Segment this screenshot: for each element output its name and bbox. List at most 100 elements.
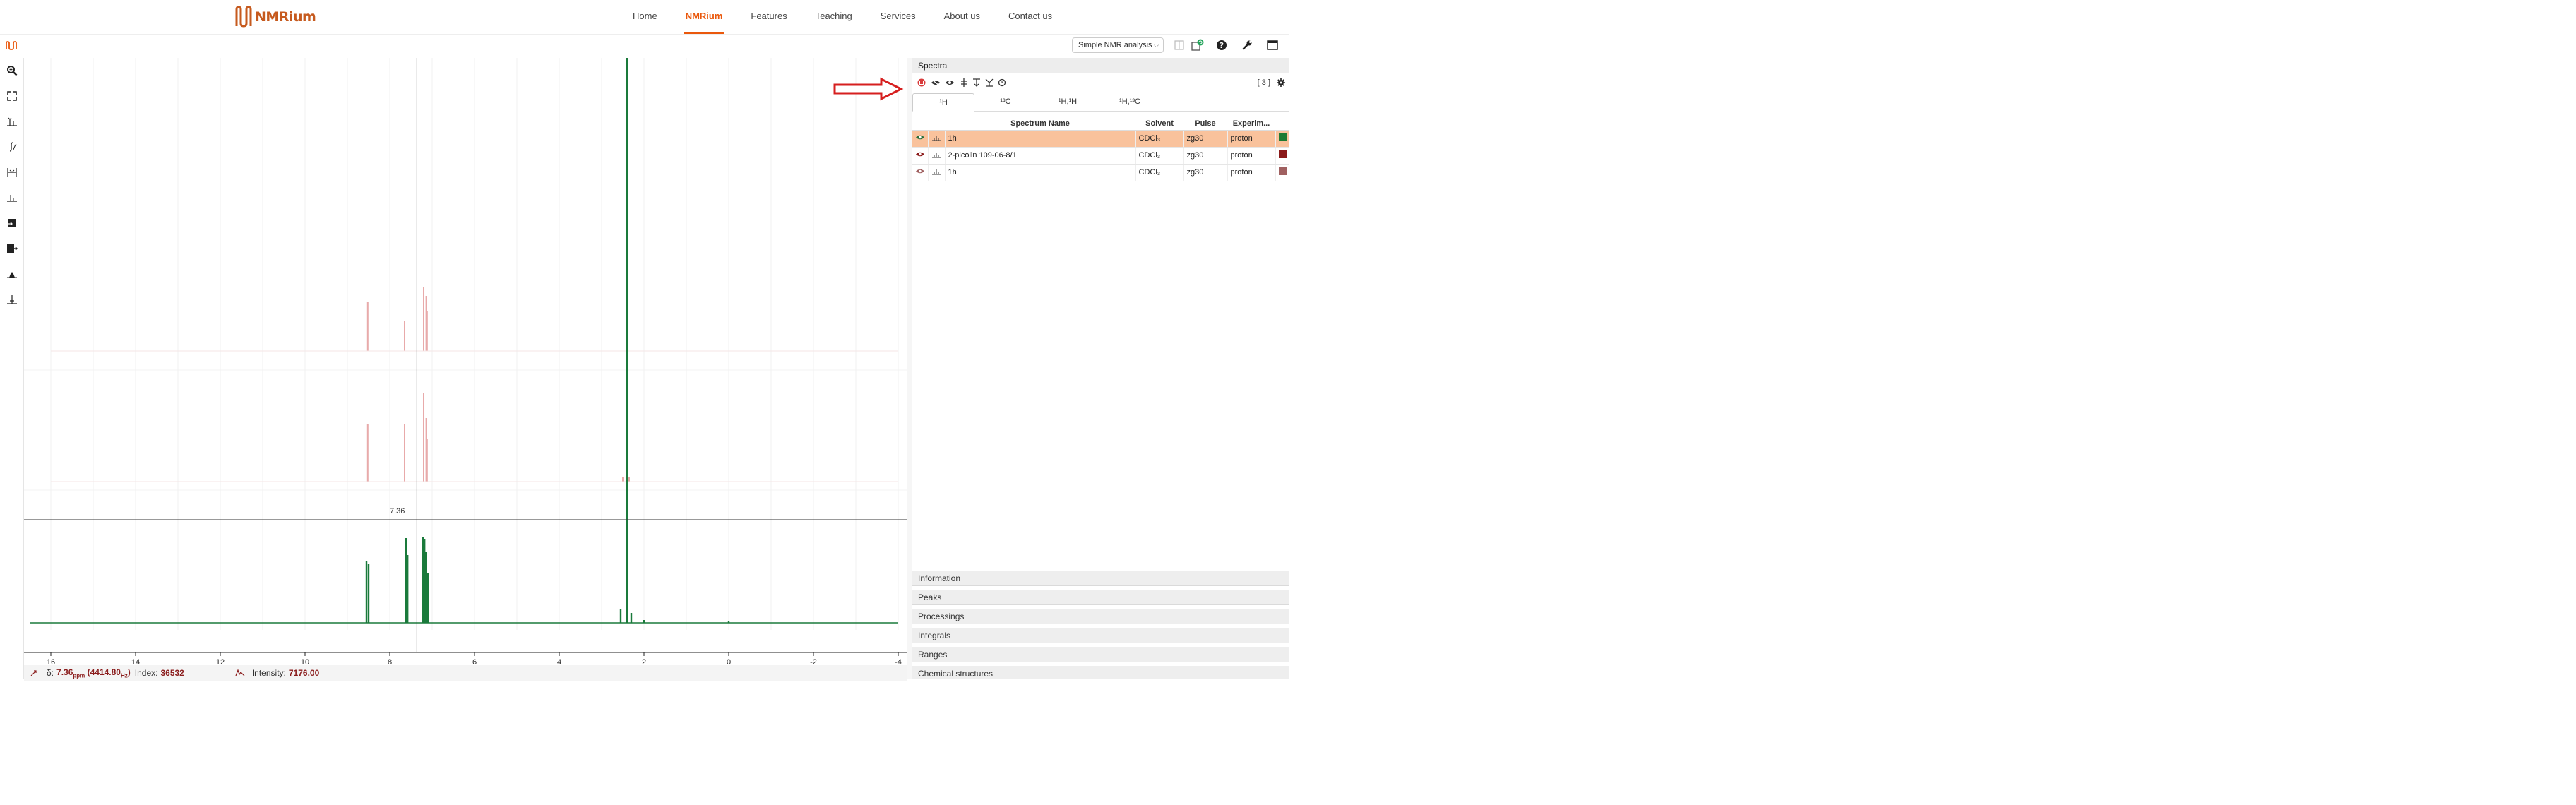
nav-nmrium[interactable]: NMRium bbox=[684, 0, 724, 34]
stack-icon[interactable] bbox=[972, 78, 982, 88]
table-row[interactable]: 1h CDCl₃ zg30 proton bbox=[912, 164, 1289, 181]
app-toolbar: Simple NMR analysis ⌵ ? bbox=[0, 34, 1289, 58]
nmrium-logo-icon bbox=[235, 6, 252, 28]
nav-features[interactable]: Features bbox=[751, 0, 787, 34]
spectra-panel-header[interactable]: Spectra bbox=[912, 58, 1289, 73]
crosshair-value-label: 7.36 bbox=[390, 507, 405, 515]
peak-picking-icon[interactable] bbox=[5, 114, 19, 129]
align-icon[interactable] bbox=[959, 78, 969, 88]
index-label: Index: bbox=[134, 667, 158, 678]
spectra-panel: Spectra [ 3 ] ¹H ¹³C ¹H,¹H ¹H,¹³C Spectr… bbox=[912, 58, 1289, 679]
spectrum-viewer[interactable]: 16 14 12 10 8 6 4 2 0 -2 -4 7.36 bbox=[24, 58, 907, 679]
delta-value: 7.36ppm (4414.80Hz) bbox=[56, 667, 131, 679]
column-header-solvent[interactable]: Solvent bbox=[1135, 117, 1183, 131]
hide-all-icon[interactable] bbox=[931, 78, 941, 88]
gear-icon[interactable] bbox=[1276, 78, 1286, 88]
nav-home[interactable]: Home bbox=[633, 0, 657, 34]
spectrum-name-cell: 2-picolin 109-06-8/1 bbox=[945, 147, 1136, 165]
cursor-delta-icon bbox=[30, 670, 37, 676]
spectrum-name-cell: 1h bbox=[945, 130, 1136, 148]
eye-icon[interactable] bbox=[915, 134, 925, 141]
x-axis-tick-label: 10 bbox=[301, 658, 309, 665]
spectra-grid-icon[interactable] bbox=[1172, 38, 1186, 52]
column-header-experiment[interactable]: Experim... bbox=[1227, 117, 1275, 131]
nucleus-tabs: ¹H ¹³C ¹H,¹H ¹H,¹³C bbox=[912, 93, 1289, 112]
x-axis-tick-label: 8 bbox=[388, 658, 392, 665]
annotation-arrow-icon bbox=[833, 77, 904, 101]
slice-icon[interactable] bbox=[5, 292, 19, 306]
workspace-select[interactable]: Simple NMR analysis ⌵ bbox=[1072, 37, 1164, 53]
workspace-value: Simple NMR analysis bbox=[1078, 41, 1152, 49]
tab-1h[interactable]: ¹H bbox=[912, 93, 974, 112]
refresh-icon[interactable] bbox=[1191, 38, 1205, 52]
table-row[interactable]: 2-picolin 109-06-8/1 CDCl₃ zg30 proton bbox=[912, 147, 1289, 165]
eye-icon[interactable] bbox=[915, 168, 925, 174]
section-peaks[interactable]: Peaks bbox=[912, 590, 1289, 605]
section-chemical-structures[interactable]: Chemical structures bbox=[912, 666, 1289, 679]
1d-spectrum-icon bbox=[931, 152, 941, 157]
phase-icon[interactable] bbox=[5, 216, 19, 230]
x-axis-tick-label: 12 bbox=[216, 658, 225, 665]
molecule-icon[interactable] bbox=[997, 78, 1007, 88]
x-axis-tick-label: 0 bbox=[727, 658, 731, 665]
delta-readout: δ: 7.36ppm (4414.80Hz) Index: 36532 bbox=[24, 667, 184, 679]
delete-icon[interactable] bbox=[917, 78, 926, 88]
index-value: 36532 bbox=[160, 667, 184, 678]
spectrum-type-cell bbox=[928, 164, 946, 181]
delta-symbol: δ: bbox=[47, 667, 54, 678]
column-header-name[interactable]: Spectrum Name bbox=[945, 117, 1135, 131]
section-integrals[interactable]: Integrals bbox=[912, 628, 1289, 643]
nav-services[interactable]: Services bbox=[881, 0, 916, 34]
color-swatch[interactable] bbox=[1278, 150, 1287, 158]
color-swatch[interactable] bbox=[1278, 133, 1287, 141]
export-icon[interactable] bbox=[5, 242, 19, 256]
status-bar: δ: 7.36ppm (4414.80Hz) Index: 36532 Inte… bbox=[24, 665, 907, 681]
x-axis-tick-label: 16 bbox=[47, 658, 55, 665]
visibility-toggle[interactable] bbox=[912, 130, 929, 148]
table-row[interactable]: 1h CDCl₃ zg30 proton bbox=[912, 130, 1289, 148]
color-cell[interactable] bbox=[1275, 164, 1289, 181]
spectrum-canvas[interactable]: 16 14 12 10 8 6 4 2 0 -2 -4 bbox=[24, 58, 907, 665]
multiplet-icon[interactable] bbox=[5, 267, 19, 281]
experiment-cell: proton bbox=[1227, 147, 1276, 165]
nmrium-mini-logo-icon[interactable] bbox=[6, 41, 17, 51]
section-information[interactable]: Information bbox=[912, 571, 1289, 586]
x-axis-tick-label: -4 bbox=[895, 658, 902, 665]
integral-icon[interactable] bbox=[5, 140, 19, 154]
nav-teaching[interactable]: Teaching bbox=[816, 0, 852, 34]
spectrum-type-cell bbox=[928, 130, 946, 148]
zoom-icon[interactable] bbox=[5, 64, 19, 78]
ranges-icon[interactable] bbox=[5, 165, 19, 179]
settings-wrench-icon[interactable] bbox=[1240, 38, 1254, 52]
panel-splitter[interactable]: ⋮ bbox=[907, 58, 915, 679]
section-processings[interactable]: Processings bbox=[912, 609, 1289, 624]
baseline-icon[interactable] bbox=[5, 191, 19, 205]
show-all-icon[interactable] bbox=[945, 78, 955, 88]
tab-1h-13c[interactable]: ¹H,¹³C bbox=[1099, 93, 1161, 112]
color-swatch[interactable] bbox=[1278, 167, 1287, 175]
tab-13c[interactable]: ¹³C bbox=[974, 93, 1037, 112]
overlay-icon[interactable] bbox=[984, 78, 994, 88]
visibility-toggle[interactable] bbox=[912, 147, 929, 165]
pulse-cell: zg30 bbox=[1183, 147, 1228, 165]
pulse-cell: zg30 bbox=[1183, 164, 1228, 181]
x-axis-tick-label: 2 bbox=[642, 658, 646, 665]
column-header-visibility bbox=[912, 117, 928, 131]
pulse-cell: zg30 bbox=[1183, 130, 1228, 148]
color-cell[interactable] bbox=[1275, 147, 1289, 165]
eye-icon[interactable] bbox=[915, 151, 925, 157]
tab-1h-1h[interactable]: ¹H,¹H bbox=[1037, 93, 1099, 112]
main-nav: Home NMRium Features Teaching Services A… bbox=[633, 0, 1080, 34]
help-icon[interactable]: ? bbox=[1215, 38, 1229, 52]
color-cell[interactable] bbox=[1275, 130, 1289, 148]
section-ranges[interactable]: Ranges bbox=[912, 647, 1289, 662]
window-icon[interactable] bbox=[1265, 38, 1280, 52]
column-header-pulse[interactable]: Pulse bbox=[1183, 117, 1227, 131]
nmrium-logo[interactable]: NMRium bbox=[234, 4, 316, 30]
fullscreen-icon[interactable] bbox=[5, 89, 19, 103]
solvent-cell: CDCl₃ bbox=[1135, 130, 1184, 148]
nav-about[interactable]: About us bbox=[944, 0, 980, 34]
x-axis-tick-label: 6 bbox=[472, 658, 477, 665]
nav-contact[interactable]: Contact us bbox=[1008, 0, 1052, 34]
visibility-toggle[interactable] bbox=[912, 164, 929, 181]
